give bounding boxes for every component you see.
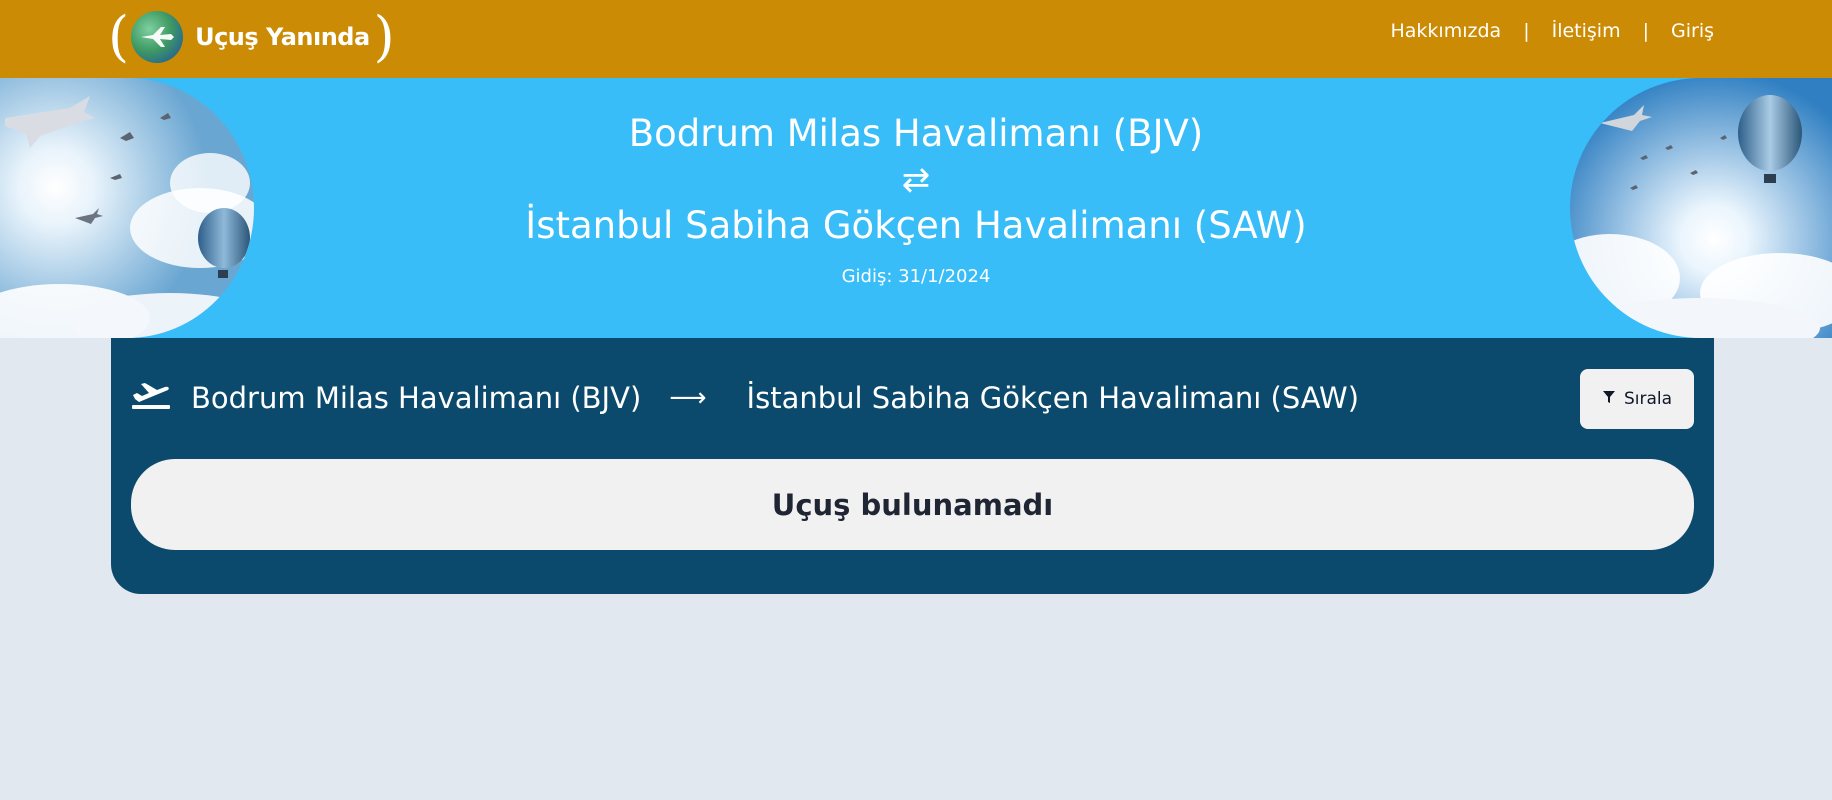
- brand-logo[interactable]: ( Uçuş Yanında ): [108, 6, 395, 68]
- swap-arrows-icon: ⇄: [901, 160, 931, 200]
- nav-separator: |: [1523, 20, 1530, 42]
- main-nav: Hakkımızda | İletişim | Giriş: [1391, 20, 1715, 42]
- departure-date: Gidiş: 31/1/2024: [841, 266, 991, 287]
- nav-link-contact[interactable]: İletişim: [1552, 20, 1621, 42]
- hero-origin-airport: Bodrum Milas Havalimanı (BJV): [628, 112, 1204, 155]
- route-destination: İstanbul Sabiha Gökçen Havalimanı (SAW): [746, 380, 1360, 415]
- hero-route-summary: Bodrum Milas Havalimanı (BJV) ⇄ İstanbul…: [0, 112, 1832, 287]
- sort-button-label: Sırala: [1623, 389, 1673, 409]
- brand-name: Uçuş Yanında: [195, 23, 370, 51]
- globe-plane-icon: [131, 11, 184, 63]
- logo-left-paren: (: [108, 5, 130, 68]
- sky-illustration-right: [1570, 78, 1832, 338]
- filter-icon: [1602, 389, 1616, 409]
- route-header: Bodrum Milas Havalimanı (BJV) ⟶ İstanbul…: [131, 378, 1359, 417]
- nav-link-login[interactable]: Giriş: [1671, 20, 1714, 42]
- route-origin: Bodrum Milas Havalimanı (BJV): [191, 380, 642, 415]
- nav-separator: |: [1642, 20, 1649, 42]
- no-flights-message: Uçuş bulunamadı: [131, 459, 1694, 550]
- route-hero: Bodrum Milas Havalimanı (BJV) ⇄ İstanbul…: [0, 78, 1832, 338]
- sort-button[interactable]: Sırala: [1580, 369, 1694, 429]
- right-arrow-icon: ⟶: [669, 382, 707, 413]
- logo-right-paren: ): [373, 5, 395, 68]
- airplane-takeoff-icon: [131, 378, 171, 417]
- flight-results-card: Bodrum Milas Havalimanı (BJV) ⟶ İstanbul…: [111, 338, 1714, 594]
- top-navbar: ( Uçuş Yanında ) Hakkımızda | İletişim |…: [0, 0, 1832, 78]
- nav-link-about[interactable]: Hakkımızda: [1391, 20, 1502, 42]
- hero-destination-airport: İstanbul Sabiha Gökçen Havalimanı (SAW): [525, 204, 1307, 247]
